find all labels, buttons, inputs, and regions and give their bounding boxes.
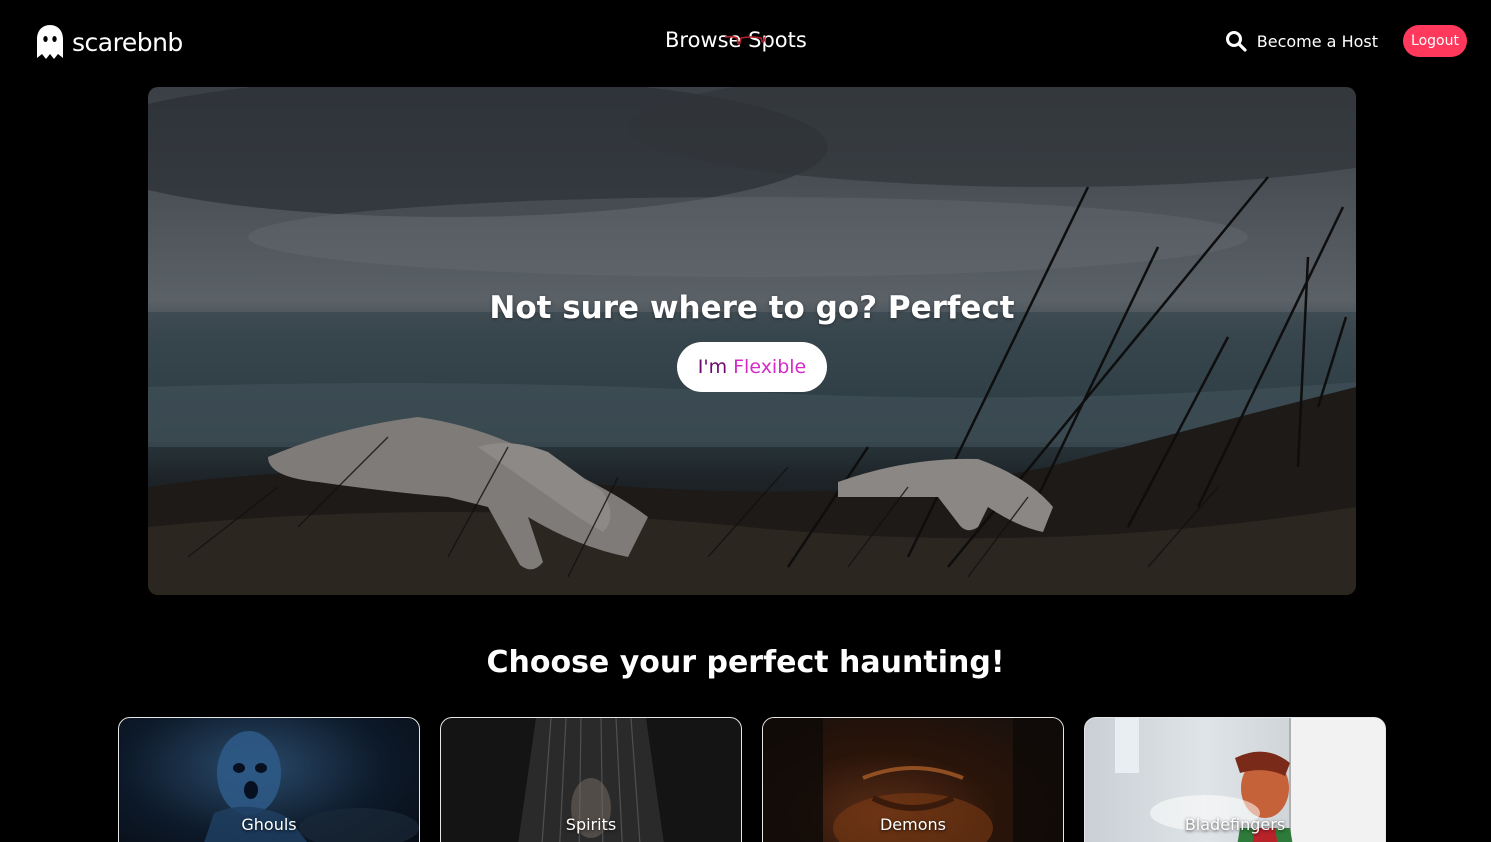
blood-drip-icon [724,35,766,45]
flexible-button-label-highlight: Flexible [733,356,807,378]
category-card-demons[interactable]: Demons [762,717,1064,842]
flexible-button-label-start: I'm [697,356,734,378]
card-label-spirits: Spirits [565,815,617,834]
category-card-spirits[interactable]: Spirits [440,717,742,842]
top-nav: scarebnb Browse Spots Become a Host Logo… [0,0,1491,82]
become-host-link[interactable]: Become a Host [1257,32,1378,51]
hero-banner: Not sure where to go? Perfect I'm Flexib… [148,87,1356,595]
card-label-demons: Demons [879,815,946,834]
im-flexible-button[interactable]: I'm Flexible [677,342,827,392]
category-card-ghouls[interactable]: Ghouls [118,717,420,842]
hero-title: Not sure where to go? Perfect [489,290,1015,326]
browse-spots-link[interactable]: Browse Spots [665,28,807,52]
card-label-bladefingers: Bladefingers [1184,815,1286,834]
logo-text: scarebnb [72,27,183,57]
ghost-icon [37,25,63,59]
categories-title: Choose your perfect haunting! [486,645,1005,680]
hero-background-image [148,87,1356,595]
category-card-bladefingers[interactable]: Bladefingers [1084,717,1386,842]
search-icon[interactable] [1224,29,1248,53]
logo[interactable]: scarebnb [36,24,183,60]
logout-button[interactable]: Logout [1403,25,1467,57]
nav-right: Become a Host Logout [1224,25,1467,57]
card-label-ghouls: Ghouls [241,815,297,834]
